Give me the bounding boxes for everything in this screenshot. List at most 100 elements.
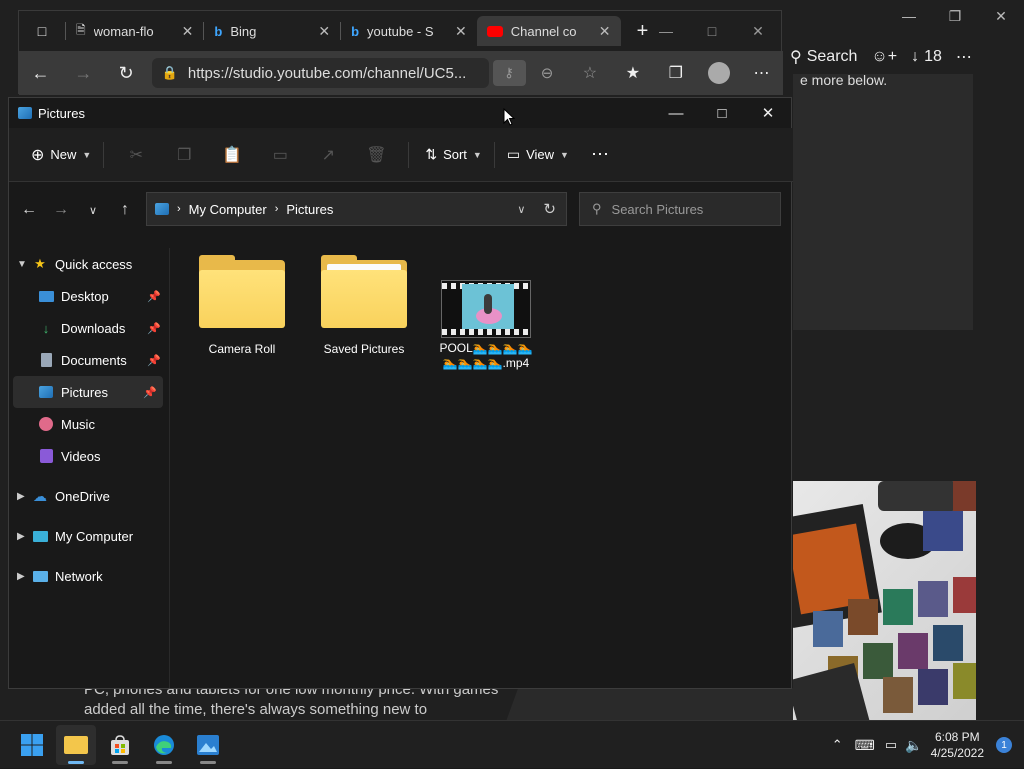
chevron-up-icon[interactable]: ⌃ — [832, 737, 843, 753]
taskbar-photos[interactable] — [188, 725, 228, 765]
history-dropdown-icon[interactable]: ∨ — [517, 203, 525, 216]
address-bar[interactable]: › My Computer › Pictures ∨ ↻ — [146, 192, 567, 226]
taskbar-edge[interactable] — [144, 725, 184, 765]
collections-button[interactable]: ❐ — [654, 51, 697, 95]
sidebar-item-network[interactable]: ▶ Network — [9, 560, 167, 592]
forward-button[interactable]: → — [45, 194, 77, 226]
pin-icon[interactable]: 📌 — [143, 386, 157, 399]
sidebar-item-music[interactable]: Music — [9, 408, 167, 440]
window-title: Pictures — [38, 105, 85, 121]
more-button[interactable]: ⋯ — [956, 47, 972, 67]
explorer-window-controls: — □ ✕ — [653, 98, 791, 128]
refresh-button[interactable]: ↻ — [105, 51, 148, 95]
collections-icon: ❐ — [668, 65, 683, 82]
arrow-right-icon: → — [74, 62, 93, 83]
close-tab-icon[interactable]: ✕ — [455, 23, 467, 40]
password-key-button[interactable]: ⚷ — [492, 60, 526, 86]
chevron-right-icon[interactable]: ▶ — [17, 571, 31, 582]
settings-more-button[interactable]: ⋯ — [740, 51, 783, 95]
taskbar-store[interactable] — [100, 725, 140, 765]
close-tab-icon[interactable]: ✕ — [182, 23, 194, 40]
arrow-up-icon: ↑ — [121, 201, 129, 218]
refresh-icon[interactable]: ↻ — [543, 200, 556, 218]
back-button[interactable]: ← — [13, 194, 45, 226]
address-bar[interactable]: 🔒 https://studio.youtube.com/channel/UC5… — [151, 58, 489, 88]
search-input[interactable]: Search Pictures — [612, 202, 704, 217]
running-indicator — [156, 761, 172, 764]
sidebar-item-documents[interactable]: Documents 📌 — [9, 344, 167, 376]
restore-icon[interactable]: ❐ — [932, 0, 978, 32]
folder-item-saved-pictures[interactable]: Saved Pictures — [309, 255, 419, 357]
search-button[interactable]: ⚲ Search — [790, 47, 857, 67]
computer-icon — [31, 528, 49, 544]
back-button[interactable]: ← — [19, 51, 62, 95]
profile-button[interactable] — [697, 51, 740, 95]
sidebar-item-downloads[interactable]: ↓ Downloads 📌 — [9, 312, 167, 344]
account-button[interactable]: ☺+ — [871, 48, 897, 66]
sidebar-item-desktop[interactable]: Desktop 📌 — [9, 280, 167, 312]
tab-woman-flo[interactable]: 🗎 woman-flo ✕ — [66, 16, 203, 46]
new-button[interactable]: ⊕ New ▼ — [27, 139, 95, 171]
navigation-pane: ▼ ★ Quick access Desktop 📌 ↓ Downloads 📌… — [9, 248, 167, 688]
see-more-button[interactable]: ⋯ — [587, 139, 613, 171]
file-explorer-window: Pictures — □ ✕ ⊕ New ▼ ✂ ❐ 📋 ▭ ↗ 🗑 ⇅ Sor… — [8, 97, 793, 689]
chevron-right-icon[interactable]: ▶ — [17, 531, 31, 542]
copy-button[interactable]: ❐ — [160, 139, 208, 171]
minimize-icon[interactable]: — — [886, 0, 932, 32]
sidebar-item-my-computer[interactable]: ▶ My Computer — [9, 520, 167, 552]
volume-icon[interactable]: 🔈 — [905, 737, 922, 754]
close-tab-icon[interactable]: ✕ — [599, 23, 611, 40]
paste-button[interactable]: 📋 — [208, 139, 256, 171]
maximize-icon[interactable]: □ — [699, 98, 745, 128]
keyboard-icon[interactable]: ⌨ — [855, 737, 875, 754]
sidebar-item-quick-access[interactable]: ▼ ★ Quick access — [9, 248, 167, 280]
notification-badge[interactable]: 1 — [996, 737, 1012, 753]
cut-button[interactable]: ✂ — [112, 139, 160, 171]
pin-icon[interactable]: 📌 — [147, 322, 161, 335]
folder-item-camera-roll[interactable]: Camera Roll — [187, 255, 297, 357]
maximize-icon[interactable]: □ — [689, 11, 735, 51]
favorites-button[interactable]: ★ — [611, 51, 654, 95]
tab-bing[interactable]: b Bing ✕ — [204, 16, 340, 46]
sidebar-item-pictures[interactable]: Pictures 📌 — [13, 376, 163, 408]
sidebar-item-videos[interactable]: Videos — [9, 440, 167, 472]
close-icon[interactable]: ✕ — [745, 98, 791, 128]
network-icon[interactable]: ▭ — [885, 737, 897, 753]
pictures-icon — [18, 107, 32, 119]
breadcrumb-my-computer[interactable]: My Computer — [189, 202, 267, 217]
rename-button[interactable]: ▭ — [256, 139, 304, 171]
chevron-down-icon[interactable]: ▼ — [17, 259, 31, 270]
share-button[interactable]: ↗ — [304, 139, 352, 171]
sort-button[interactable]: ⇅ Sort ▼ — [421, 139, 486, 171]
chevron-right-icon[interactable]: ▶ — [17, 491, 31, 502]
file-list: Camera Roll Saved Pictures POOL🏊🏊🏊🏊🏊🏊🏊🏊.… — [175, 248, 791, 688]
zoom-button[interactable]: ⊖ — [526, 51, 569, 95]
pin-icon[interactable]: 📌 — [147, 290, 161, 303]
pin-icon[interactable]: 📌 — [147, 354, 161, 367]
minimize-icon[interactable]: — — [653, 98, 699, 128]
start-button[interactable] — [12, 725, 52, 765]
tab-youtube-search[interactable]: b youtube - S ✕ — [341, 16, 477, 46]
view-button[interactable]: ▭ View ▼ — [503, 139, 573, 171]
sidebar-item-onedrive[interactable]: ▶ ☁ OneDrive — [9, 480, 167, 512]
music-icon — [37, 416, 55, 432]
close-tab-icon[interactable]: ✕ — [318, 23, 330, 40]
video-item-pool[interactable]: POOL🏊🏊🏊🏊🏊🏊🏊🏊.mp4 — [431, 280, 541, 371]
close-icon[interactable]: ✕ — [978, 0, 1024, 32]
forward-button[interactable]: → — [62, 51, 105, 95]
minimize-icon[interactable]: — — [643, 11, 689, 51]
search-box[interactable]: ⚲ Search Pictures — [579, 192, 781, 226]
breadcrumb-pictures[interactable]: Pictures — [286, 202, 333, 217]
tab-channel-content[interactable]: Channel co ✕ — [476, 16, 621, 46]
tab-actions-button[interactable]: □ — [19, 11, 65, 51]
delete-button[interactable]: 🗑 — [352, 139, 400, 171]
close-icon[interactable]: ✕ — [735, 11, 781, 51]
taskbar-file-explorer[interactable] — [56, 725, 96, 765]
pane-divider[interactable] — [169, 248, 170, 688]
clock[interactable]: 6:08 PM 4/25/2022 — [931, 729, 984, 761]
up-button[interactable]: ↑ — [109, 194, 141, 226]
recent-locations-button[interactable]: ∨ — [77, 194, 109, 226]
copy-icon: ❐ — [177, 146, 192, 164]
downloads-button[interactable]: ↓ 18 — [911, 48, 942, 66]
add-favorite-button[interactable]: ☆ — [569, 51, 612, 95]
